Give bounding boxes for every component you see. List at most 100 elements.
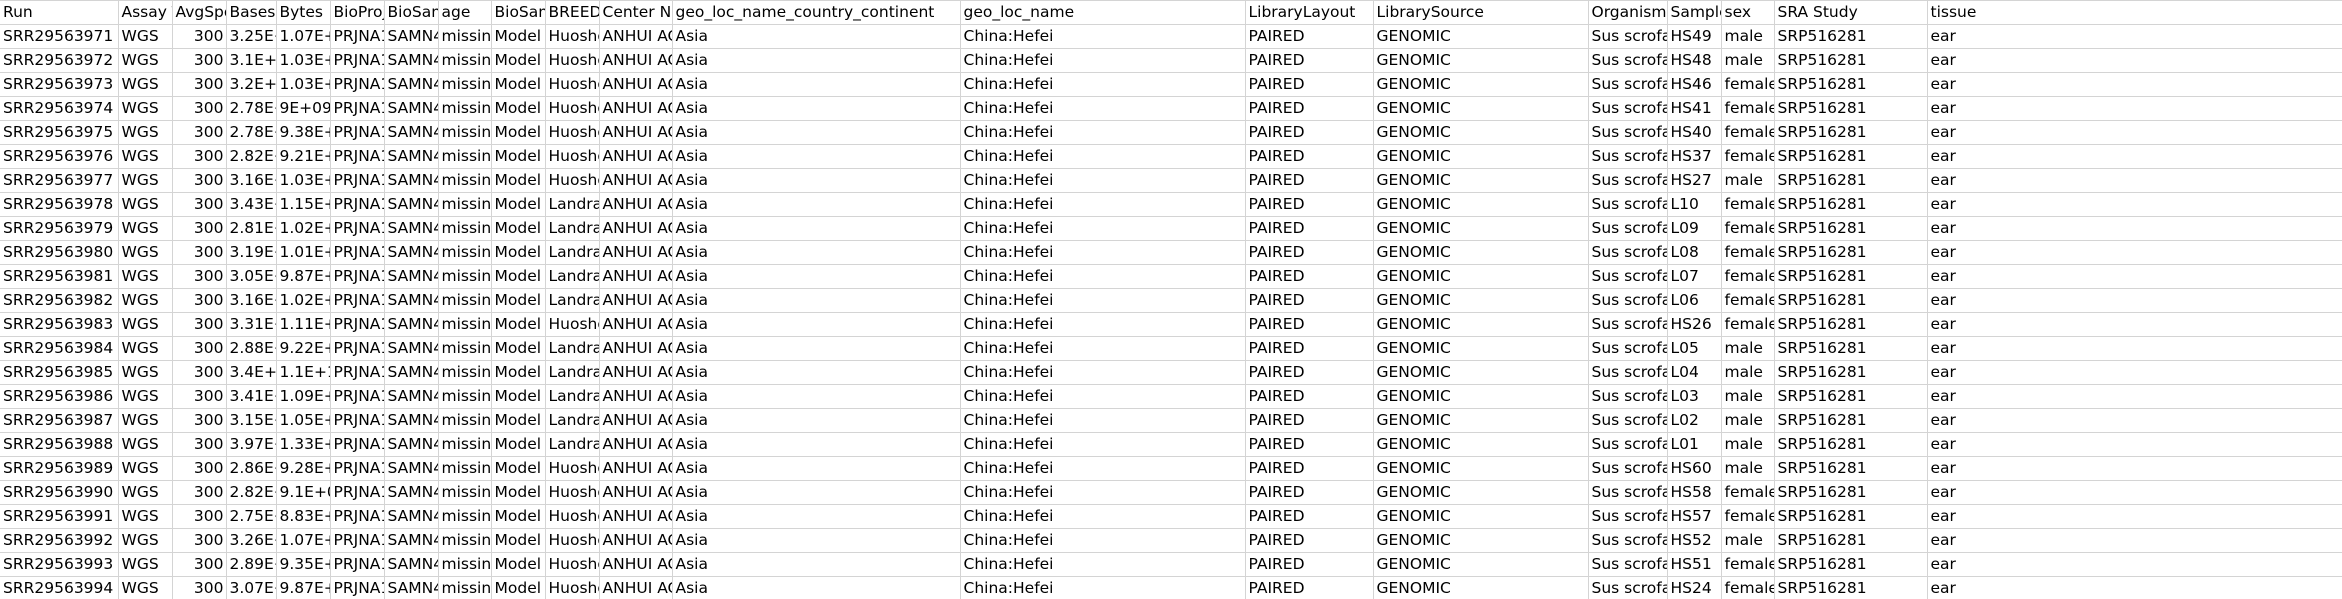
cell-source[interactable]: GENOMIC	[1373, 264, 1589, 289]
cell-assay[interactable]: WGS	[118, 192, 173, 217]
cell-sra-study[interactable]: SRP516281	[1774, 528, 1928, 553]
cell-bases[interactable]: 3.15E+10	[226, 408, 277, 433]
cell-tissue[interactable]: ear	[1927, 552, 2342, 577]
cell-biosample[interactable]: SAMN42028054	[384, 312, 439, 337]
cell-bases[interactable]: 3.16E+10	[226, 168, 277, 193]
cell-bytes[interactable]: 1.02E+10	[276, 216, 331, 241]
cell-sample-name[interactable]: L06	[1667, 288, 1722, 313]
cell-organism[interactable]: Sus scrofa	[1588, 24, 1668, 49]
cell-tissue[interactable]: ear	[1927, 408, 2342, 433]
cell-biosample[interactable]: SAMN42028055	[384, 288, 439, 313]
cell-organism[interactable]: Sus scrofa	[1588, 216, 1668, 241]
column-header-tissue[interactable]: tissue	[1927, 0, 2342, 25]
cell-avgspot[interactable]: 300	[172, 336, 227, 361]
cell-bioproject[interactable]: PRJNA1129406	[330, 408, 385, 433]
cell-sample-name[interactable]: L01	[1667, 432, 1722, 457]
cell-bioproject[interactable]: PRJNA1129406	[330, 576, 385, 599]
cell-bioproject[interactable]: PRJNA1129406	[330, 264, 385, 289]
cell-bioproject[interactable]: PRJNA1129406	[330, 432, 385, 457]
column-header-sra-study[interactable]: SRA Study	[1774, 0, 1928, 25]
cell-layout[interactable]: PAIRED	[1245, 408, 1374, 433]
cell-run[interactable]: SRR29563976	[0, 144, 119, 169]
cell-geo-loc[interactable]: China:Hefei	[960, 384, 1246, 409]
cell-assay[interactable]: WGS	[118, 48, 173, 73]
cell-center[interactable]: ANHUI AGRICULTURAL UNIVERSITY	[599, 504, 673, 529]
cell-tissue[interactable]: ear	[1927, 120, 2342, 145]
cell-age[interactable]: missing	[438, 528, 492, 553]
cell-organism[interactable]: Sus scrofa	[1588, 48, 1668, 73]
cell-sra-study[interactable]: SRP516281	[1774, 240, 1928, 265]
cell-avgspot[interactable]: 300	[172, 72, 227, 97]
cell-bases[interactable]: 3.19E+10	[226, 240, 277, 265]
cell-tissue[interactable]: ear	[1927, 72, 2342, 97]
cell-tissue[interactable]: ear	[1927, 240, 2342, 265]
cell-layout[interactable]: PAIRED	[1245, 480, 1374, 505]
cell-sra-study[interactable]: SRP516281	[1774, 48, 1928, 73]
cell-center[interactable]: ANHUI AGRICULTURAL UNIVERSITY	[599, 48, 673, 73]
cell-bytes[interactable]: 1.05E+10	[276, 408, 331, 433]
cell-age[interactable]: missing	[438, 120, 492, 145]
cell-assay[interactable]: WGS	[118, 168, 173, 193]
cell-bases[interactable]: 3.05E+10	[226, 264, 277, 289]
cell-layout[interactable]: PAIRED	[1245, 48, 1374, 73]
cell-bytes[interactable]: 1.02E+10	[276, 288, 331, 313]
cell-age[interactable]: missing	[438, 576, 492, 599]
cell-geo-continent[interactable]: Asia	[672, 120, 961, 145]
cell-sample-name[interactable]: HS60	[1667, 456, 1722, 481]
cell-biosample[interactable]: SAMN42028056	[384, 264, 439, 289]
cell-breed[interactable]: Landrace	[545, 408, 600, 433]
cell-tissue[interactable]: ear	[1927, 576, 2342, 599]
cell-age[interactable]: missing	[438, 48, 492, 73]
cell-biosample-model[interactable]: Model organism or animal	[491, 432, 546, 457]
cell-bioproject[interactable]: PRJNA1129406	[330, 240, 385, 265]
cell-biosample[interactable]: SAMN42028052	[384, 360, 439, 385]
cell-assay[interactable]: WGS	[118, 312, 173, 337]
cell-bioproject[interactable]: PRJNA1129406	[330, 120, 385, 145]
cell-run[interactable]: SRR29563989	[0, 456, 119, 481]
cell-organism[interactable]: Sus scrofa	[1588, 96, 1668, 121]
cell-sra-study[interactable]: SRP516281	[1774, 336, 1928, 361]
cell-layout[interactable]: PAIRED	[1245, 192, 1374, 217]
cell-geo-loc[interactable]: China:Hefei	[960, 72, 1246, 97]
cell-tissue[interactable]: ear	[1927, 432, 2342, 457]
cell-biosample-model[interactable]: Model organism or animal	[491, 552, 546, 577]
column-header-bases[interactable]: Bases	[226, 0, 277, 25]
cell-bytes[interactable]: 9.38E+09	[276, 120, 331, 145]
cell-bytes[interactable]: 1.1E+10	[276, 360, 331, 385]
column-header-geo-loc[interactable]: geo_loc_name	[960, 0, 1246, 25]
cell-assay[interactable]: WGS	[118, 216, 173, 241]
cell-sex[interactable]: male	[1721, 336, 1775, 361]
cell-source[interactable]: GENOMIC	[1373, 480, 1589, 505]
cell-source[interactable]: GENOMIC	[1373, 24, 1589, 49]
cell-breed[interactable]: Huoshou	[545, 312, 600, 337]
cell-sra-study[interactable]: SRP516281	[1774, 552, 1928, 577]
cell-age[interactable]: missing	[438, 72, 492, 97]
cell-bases[interactable]: 2.81E+10	[226, 216, 277, 241]
cell-sra-study[interactable]: SRP516281	[1774, 384, 1928, 409]
cell-bytes[interactable]: 9.87E+09	[276, 264, 331, 289]
cell-biosample[interactable]: SAMN42028061	[384, 144, 439, 169]
cell-avgspot[interactable]: 300	[172, 528, 227, 553]
cell-center[interactable]: ANHUI AGRICULTURAL UNIVERSITY	[599, 120, 673, 145]
cell-biosample[interactable]: SAMN42028053	[384, 336, 439, 361]
cell-run[interactable]: SRR29563993	[0, 552, 119, 577]
cell-bioproject[interactable]: PRJNA1129406	[330, 336, 385, 361]
cell-avgspot[interactable]: 300	[172, 264, 227, 289]
cell-geo-continent[interactable]: Asia	[672, 72, 961, 97]
cell-bytes[interactable]: 9.87E+09	[276, 576, 331, 599]
cell-geo-continent[interactable]: Asia	[672, 552, 961, 577]
cell-age[interactable]: missing	[438, 168, 492, 193]
cell-layout[interactable]: PAIRED	[1245, 96, 1374, 121]
cell-organism[interactable]: Sus scrofa	[1588, 480, 1668, 505]
cell-age[interactable]: missing	[438, 288, 492, 313]
cell-tissue[interactable]: ear	[1927, 456, 2342, 481]
cell-center[interactable]: ANHUI AGRICULTURAL UNIVERSITY	[599, 216, 673, 241]
cell-bases[interactable]: 3.07E+10	[226, 576, 277, 599]
cell-sample-name[interactable]: L07	[1667, 264, 1722, 289]
cell-age[interactable]: missing	[438, 216, 492, 241]
cell-sex[interactable]: female	[1721, 72, 1775, 97]
cell-bases[interactable]: 3.43E+10	[226, 192, 277, 217]
cell-sample-name[interactable]: HS57	[1667, 504, 1722, 529]
cell-bases[interactable]: 3.2E+10	[226, 72, 277, 97]
cell-breed[interactable]: Huoshou	[545, 48, 600, 73]
